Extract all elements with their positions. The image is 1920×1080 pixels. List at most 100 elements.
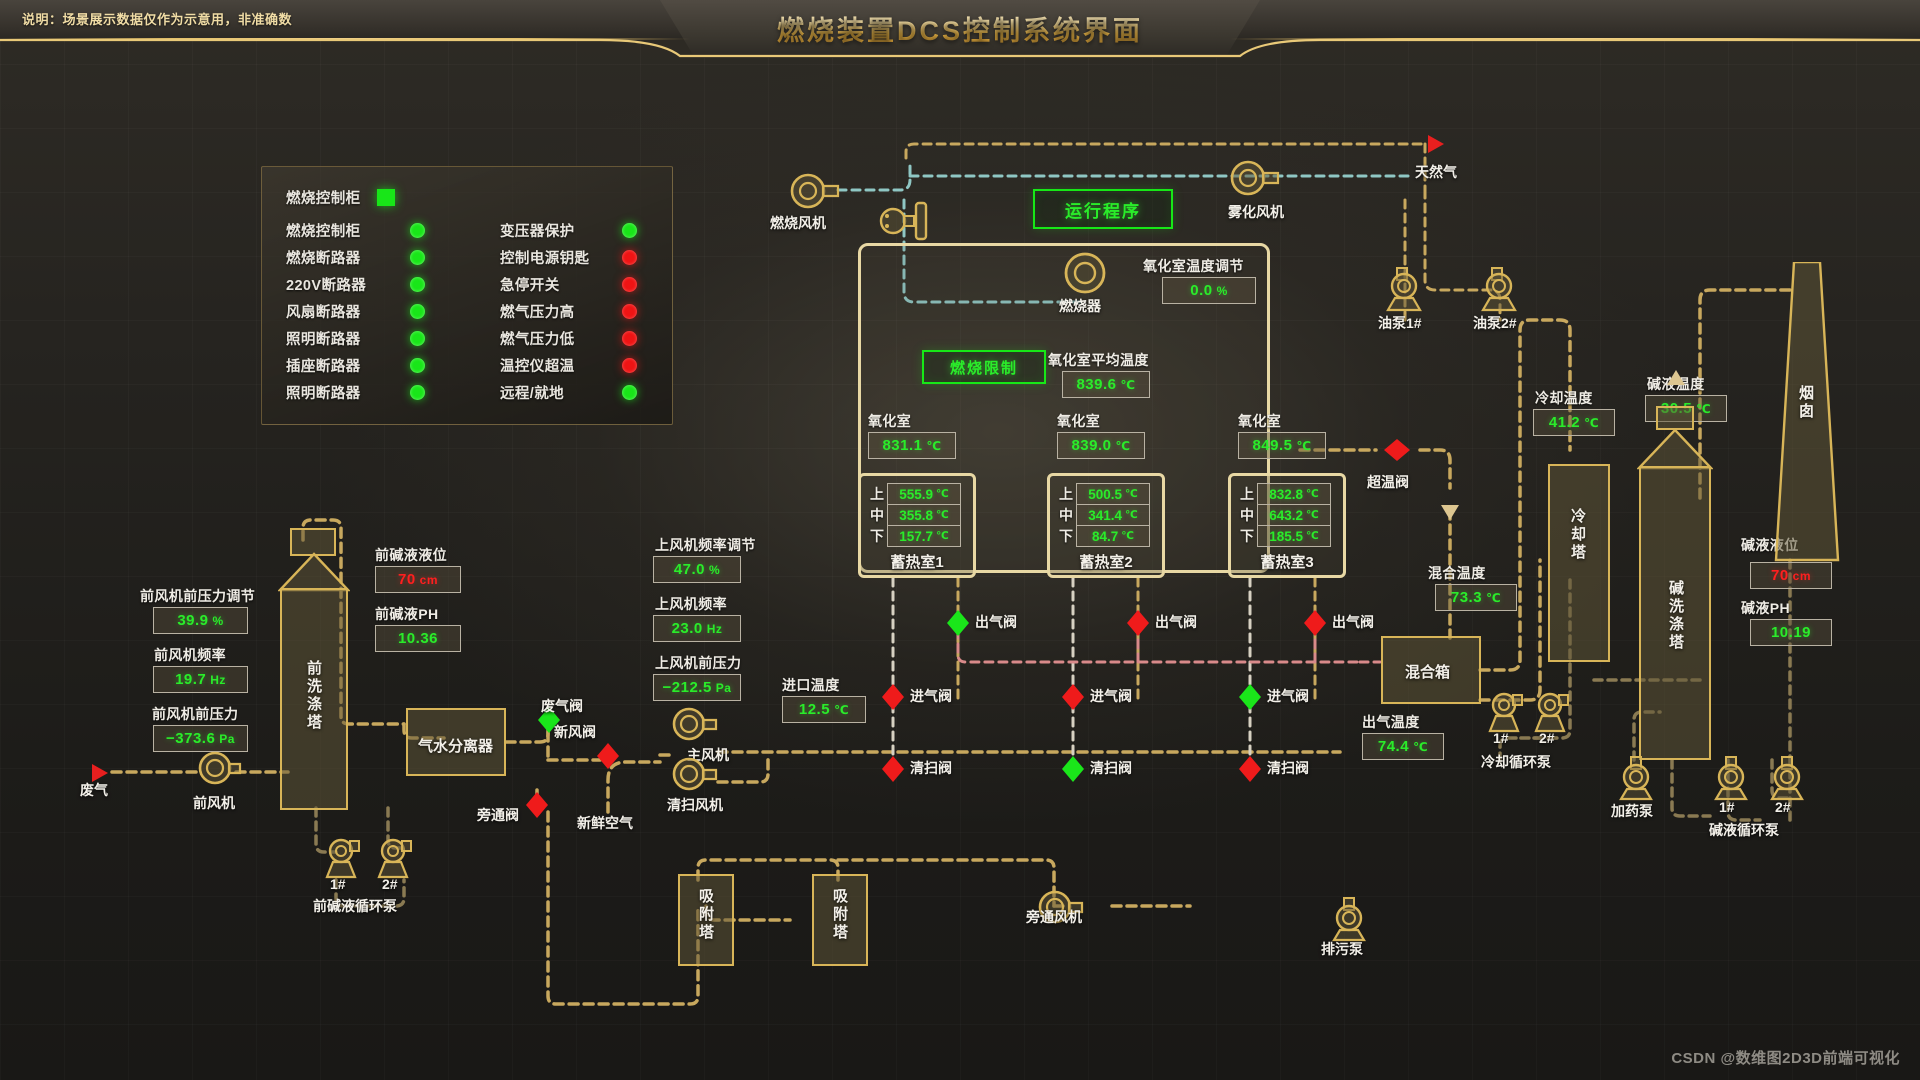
fresh-air-label: 新鲜空气 [577, 815, 633, 831]
overtemp-flow-arrow-icon [1441, 505, 1459, 520]
temp-value: 832.8 ℃ [1257, 483, 1331, 505]
value-unit: ℃ [926, 438, 942, 453]
burn-limit-button[interactable]: 燃烧限制 [922, 350, 1046, 384]
value-text: 839.6 [1076, 376, 1117, 393]
status-label: 燃烧断路器 [286, 251, 361, 267]
alkali-tower-cap [1656, 406, 1694, 430]
oil-pump-1-icon[interactable] [1385, 266, 1429, 312]
header-accent-line-right [1230, 38, 1920, 40]
temp-key: 上 [870, 486, 884, 502]
mix-temp-value: 73.3 ℃ [1435, 584, 1517, 611]
temp-row: 上 555.9 ℃ [867, 483, 961, 505]
status-label: 远程/就地 [500, 386, 565, 402]
status-item-left-1: 燃烧断路器 [286, 247, 425, 268]
oxidation-cell-value-1: 831.1 ℃ [868, 432, 956, 459]
chimney-label: 烟囱 [1797, 385, 1814, 421]
oxidation-avg-value: 839.6 ℃ [1062, 371, 1150, 398]
temp-key: 下 [870, 528, 884, 544]
pre-alkali-pump-1-icon[interactable] [324, 838, 364, 880]
temp-key: 下 [1240, 528, 1254, 544]
inlet-temp-label: 进口温度 [782, 677, 840, 693]
pre-alkali-pump-2-icon[interactable] [376, 838, 416, 880]
gas-control-valve-icon[interactable] [878, 196, 934, 246]
temp-row: 下 157.7 ℃ [867, 525, 961, 547]
inlet-temp-value: 12.5 ℃ [782, 696, 866, 723]
purge-fan-icon[interactable] [670, 752, 718, 796]
out-gas-temp-label: 出气温度 [1362, 714, 1420, 730]
blowdown-pump-icon[interactable] [1330, 896, 1374, 942]
oxidation-adjust-value: 0.0% [1162, 277, 1256, 304]
out-gas-valve-2-label: 出气阀 [1155, 614, 1197, 630]
status-label: 照明断路器 [286, 332, 361, 348]
chamber-2-temps: 上 500.5 ℃ 中 341.4 ℃ 下 84.7 ℃ [1056, 483, 1150, 547]
header-center-plate [660, 0, 1260, 58]
page-title: 燃烧装置DCS控制系统界面 [660, 4, 1260, 52]
status-item-right-5: 温控仪超温 [500, 355, 637, 376]
status-label: 控制电源钥匙 [500, 251, 590, 267]
atomizing-fan-icon[interactable] [1228, 155, 1280, 201]
out-gas-valve-1-label: 出气阀 [975, 614, 1017, 630]
burner-icon[interactable] [1062, 250, 1108, 296]
alkali-pump-2-number: 2# [1775, 799, 1791, 815]
value-unit: ℃ [1115, 438, 1131, 453]
main-fan-icon[interactable] [670, 702, 718, 746]
oxidation-cell-label-2: 氧化室 [1057, 413, 1101, 429]
gas-water-separator-label: 气水分离器 [418, 738, 494, 755]
temp-key: 上 [1240, 486, 1254, 502]
temp-key: 中 [870, 507, 884, 523]
burn-fan-icon[interactable] [788, 168, 840, 214]
bypass-valve-label: 旁通阀 [477, 807, 519, 823]
temp-key: 上 [1059, 486, 1073, 502]
pre-fan-freq-value: 19.7 Hz [153, 666, 248, 693]
out-gas-temp-value: 74.4 ℃ [1362, 733, 1444, 760]
status-label: 温控仪超温 [500, 359, 575, 375]
status-item-left-2: 220V断路器 [286, 274, 425, 295]
dcs-screen: 燃烧装置DCS控制系统界面 说明：场景展示数据仅作为示意用，非准确数 燃烧控制柜… [0, 0, 1920, 1080]
status-item-left-4: 照明断路器 [286, 328, 425, 349]
value-text: 831.1 [882, 437, 923, 454]
temp-key: 下 [1059, 528, 1073, 544]
temp-value: 500.5 ℃ [1076, 483, 1150, 505]
value-text: 849.5 [1252, 437, 1293, 454]
up-fan-pressure-label: 上风机前压力 [655, 655, 742, 671]
cooling-pump-1-icon[interactable] [1487, 692, 1527, 734]
status-led [410, 223, 425, 238]
status-led [410, 277, 425, 292]
cooling-pump-2-icon[interactable] [1533, 692, 1573, 734]
pre-alkali-pump-2-number: 2# [382, 876, 398, 892]
up-fan-freq-adjust-label: 上风机频率调节 [655, 537, 756, 553]
pre-fan-freq-label: 前风机频率 [154, 647, 226, 663]
status-label: 风扇断路器 [286, 305, 361, 321]
up-fan-freq-value: 23.0 Hz [653, 615, 741, 642]
chamber-1-name: 蓄热室1 [890, 554, 944, 571]
cooling-tower-label: 冷却塔 [1569, 508, 1586, 562]
dosing-pump-name: 加药泵 [1611, 803, 1653, 819]
blowdown-pump-name: 排污泵 [1321, 941, 1363, 957]
temp-value: 555.9 ℃ [887, 483, 961, 505]
value-text: 0.0 [1190, 282, 1213, 299]
waste-valve-label: 废气阀 [541, 698, 583, 714]
chamber-3-temps: 上 832.8 ℃ 中 643.2 ℃ 下 185.5 ℃ [1237, 483, 1331, 547]
alkali-pump-2-icon[interactable] [1768, 755, 1812, 801]
alkali-ph-value: 10.19 [1750, 619, 1832, 646]
pre-alkali-pump-group-name: 前碱液循环泵 [313, 898, 397, 914]
status-led [410, 331, 425, 346]
oil-pump-2-icon[interactable] [1480, 266, 1524, 312]
status-item-left-6: 照明断路器 [286, 382, 425, 403]
oxidation-cell-value-3: 849.5 ℃ [1238, 432, 1326, 459]
alkali-pump-1-icon[interactable] [1712, 755, 1756, 801]
temp-key: 中 [1059, 507, 1073, 523]
cooling-temp-label: 冷却温度 [1535, 390, 1593, 406]
run-program-button[interactable]: 运行程序 [1033, 189, 1173, 229]
waste-gas-label: 废气 [80, 782, 108, 798]
status-top-item: 燃烧控制柜 [286, 187, 395, 208]
status-led [622, 223, 637, 238]
temp-row: 中 355.8 ℃ [867, 504, 961, 526]
status-label: 燃气压力低 [500, 332, 575, 348]
mix-temp-label: 混合温度 [1428, 565, 1486, 581]
dosing-pump-icon[interactable] [1617, 755, 1661, 801]
status-led [410, 385, 425, 400]
status-led [622, 304, 637, 319]
pre-fan-pressure-label: 前风机前压力 [152, 706, 239, 722]
pre-fan-icon[interactable] [196, 746, 242, 790]
